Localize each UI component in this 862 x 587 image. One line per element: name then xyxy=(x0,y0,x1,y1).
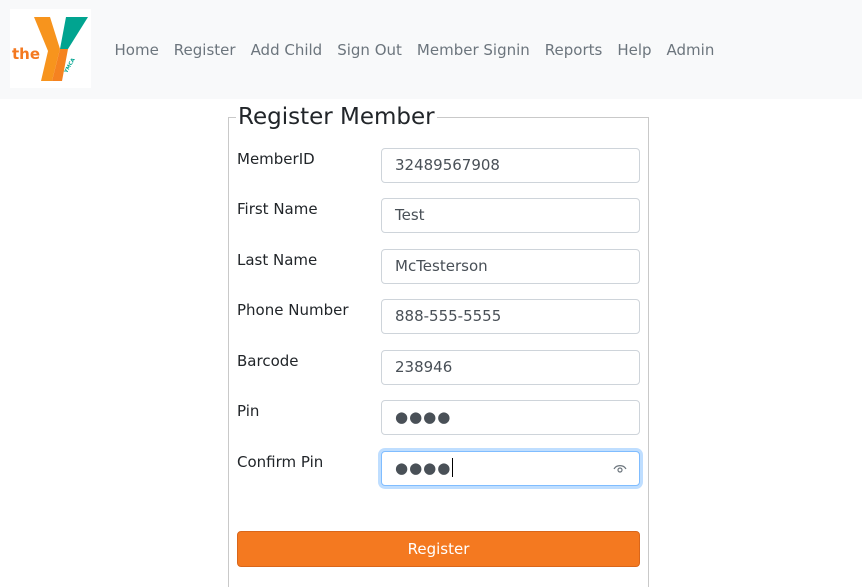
nav-links: Home Register Add Child Sign Out Member … xyxy=(107,0,722,99)
last-name-input[interactable]: McTesterson xyxy=(381,249,640,284)
barcode-row: Barcode 238946 xyxy=(237,350,640,386)
member-id-row: MemberID 32489567908 xyxy=(237,148,640,184)
nav-member-signin[interactable]: Member Signin xyxy=(409,41,537,59)
nav-sign-out[interactable]: Sign Out xyxy=(330,41,410,59)
ymca-logo[interactable]: the YMCA xyxy=(10,9,91,88)
last-name-label: Last Name xyxy=(237,251,318,269)
nav-home[interactable]: Home xyxy=(107,41,166,59)
nav-add-child[interactable]: Add Child xyxy=(243,41,330,59)
member-id-input[interactable]: 32489567908 xyxy=(381,148,640,183)
confirm-pin-input[interactable]: ●●●● xyxy=(381,451,640,486)
logo-the-text: the xyxy=(12,45,40,63)
confirm-pin-row: Confirm Pin ●●●● xyxy=(237,451,640,487)
first-name-row: First Name Test xyxy=(237,198,640,234)
nav-help[interactable]: Help xyxy=(610,41,659,59)
reveal-password-icon[interactable] xyxy=(613,463,627,475)
phone-label: Phone Number xyxy=(237,301,349,319)
barcode-label: Barcode xyxy=(237,352,299,370)
phone-input[interactable]: 888-555-5555 xyxy=(381,299,640,334)
last-name-row: Last Name McTesterson xyxy=(237,249,640,285)
pin-input[interactable]: ●●●● xyxy=(381,400,640,435)
nav-register[interactable]: Register xyxy=(166,41,243,59)
member-id-label: MemberID xyxy=(237,150,315,168)
first-name-label: First Name xyxy=(237,200,318,218)
confirm-pin-value: ●●●● xyxy=(395,459,452,477)
pin-row: Pin ●●●● xyxy=(237,400,640,436)
form-title: Register Member xyxy=(236,102,437,132)
nav-reports[interactable]: Reports xyxy=(537,41,610,59)
text-caret xyxy=(452,457,454,477)
pin-label: Pin xyxy=(237,402,260,420)
nav-admin[interactable]: Admin xyxy=(659,41,722,59)
barcode-input[interactable]: 238946 xyxy=(381,350,640,385)
phone-row: Phone Number 888-555-5555 xyxy=(237,299,640,335)
confirm-pin-label: Confirm Pin xyxy=(237,453,324,471)
register-button[interactable]: Register xyxy=(237,531,640,567)
navbar: the YMCA Home Register Add Child Sign Ou… xyxy=(0,0,862,99)
first-name-input[interactable]: Test xyxy=(381,198,640,233)
